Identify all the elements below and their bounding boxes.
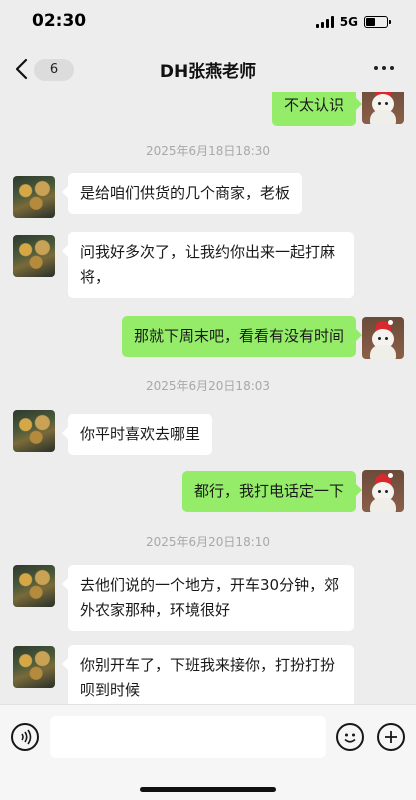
status-time: 02:30	[32, 11, 87, 31]
message-timestamp: 2025年6月20日18:03	[145, 379, 271, 393]
message-bubble-self[interactable]: 那就下周末吧，看看有没有时间	[121, 316, 363, 357]
contact-avatar[interactable]	[13, 646, 55, 688]
battery-level	[366, 18, 375, 26]
network-type: 5G	[339, 15, 358, 29]
message-timestamp: 2025年6月18日18:30	[145, 144, 271, 158]
message-timestamp: 2025年6月20日18:10	[145, 535, 271, 549]
unread-count-badge[interactable]: 6	[34, 59, 74, 81]
nav-bar: 6 DH张燕老师	[0, 46, 416, 92]
message-bubble-other[interactable]: 你平时喜欢去哪里	[61, 414, 213, 455]
message-bubble-other[interactable]: 去他们说的一个地方，开车30分钟，郊外农家那种，环境很好	[62, 565, 354, 631]
status-bar: 02:30 5G	[0, 0, 416, 46]
input-bar	[0, 704, 416, 800]
message-bubble-other[interactable]: 你别开车了，下班我来接你，打扮打扮呗到时候	[62, 645, 354, 704]
contact-avatar[interactable]	[13, 565, 55, 607]
self-avatar[interactable]	[362, 92, 404, 124]
message-bubble-self[interactable]: 不太认识	[271, 92, 363, 126]
self-avatar[interactable]	[362, 317, 404, 359]
plus-icon[interactable]	[377, 723, 405, 751]
battery-icon	[364, 16, 391, 28]
chevron-left-icon[interactable]	[14, 58, 30, 80]
chat-title: DH张燕老师	[159, 62, 257, 82]
self-avatar[interactable]	[362, 470, 404, 512]
contact-avatar[interactable]	[13, 235, 55, 277]
contact-avatar[interactable]	[13, 410, 55, 452]
voice-icon[interactable]	[11, 723, 39, 751]
status-indicators: 5G	[315, 14, 391, 30]
message-list[interactable]: 不太认识 2025年6月18日18:30 是给咱们供货的几个商家，老板 问我好多…	[0, 92, 416, 704]
home-indicator	[140, 787, 276, 792]
message-bubble-other[interactable]: 是给咱们供货的几个商家，老板	[61, 173, 303, 214]
emoji-icon[interactable]	[336, 723, 364, 751]
message-bubble-self[interactable]: 都行，我打电话定一下	[181, 471, 363, 512]
more-dots-icon[interactable]	[374, 66, 394, 70]
signal-icon	[315, 16, 334, 28]
message-input[interactable]	[50, 716, 326, 758]
contact-avatar[interactable]	[13, 176, 55, 218]
message-bubble-other[interactable]: 问我好多次了，让我约你出来一起打麻将，	[62, 232, 354, 298]
